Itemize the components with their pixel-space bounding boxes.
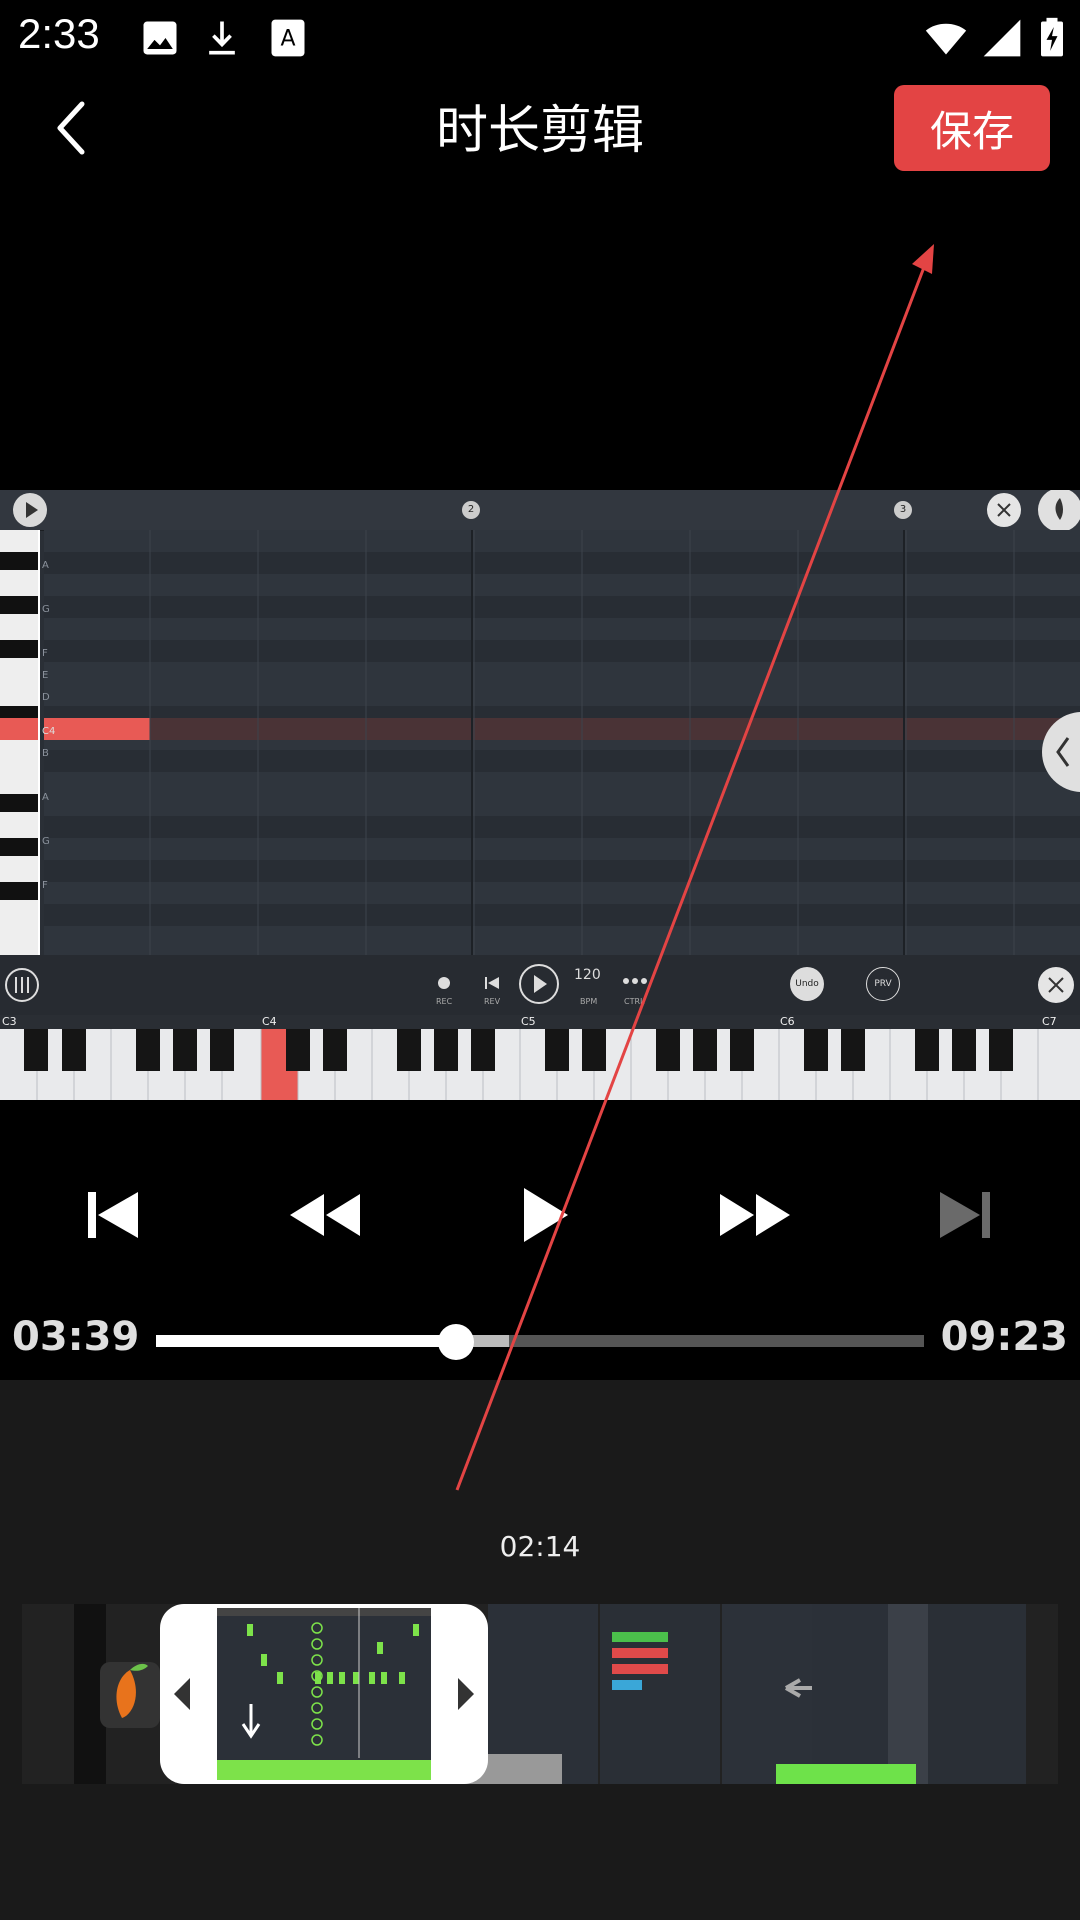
annotation-arrow	[455, 244, 934, 1491]
